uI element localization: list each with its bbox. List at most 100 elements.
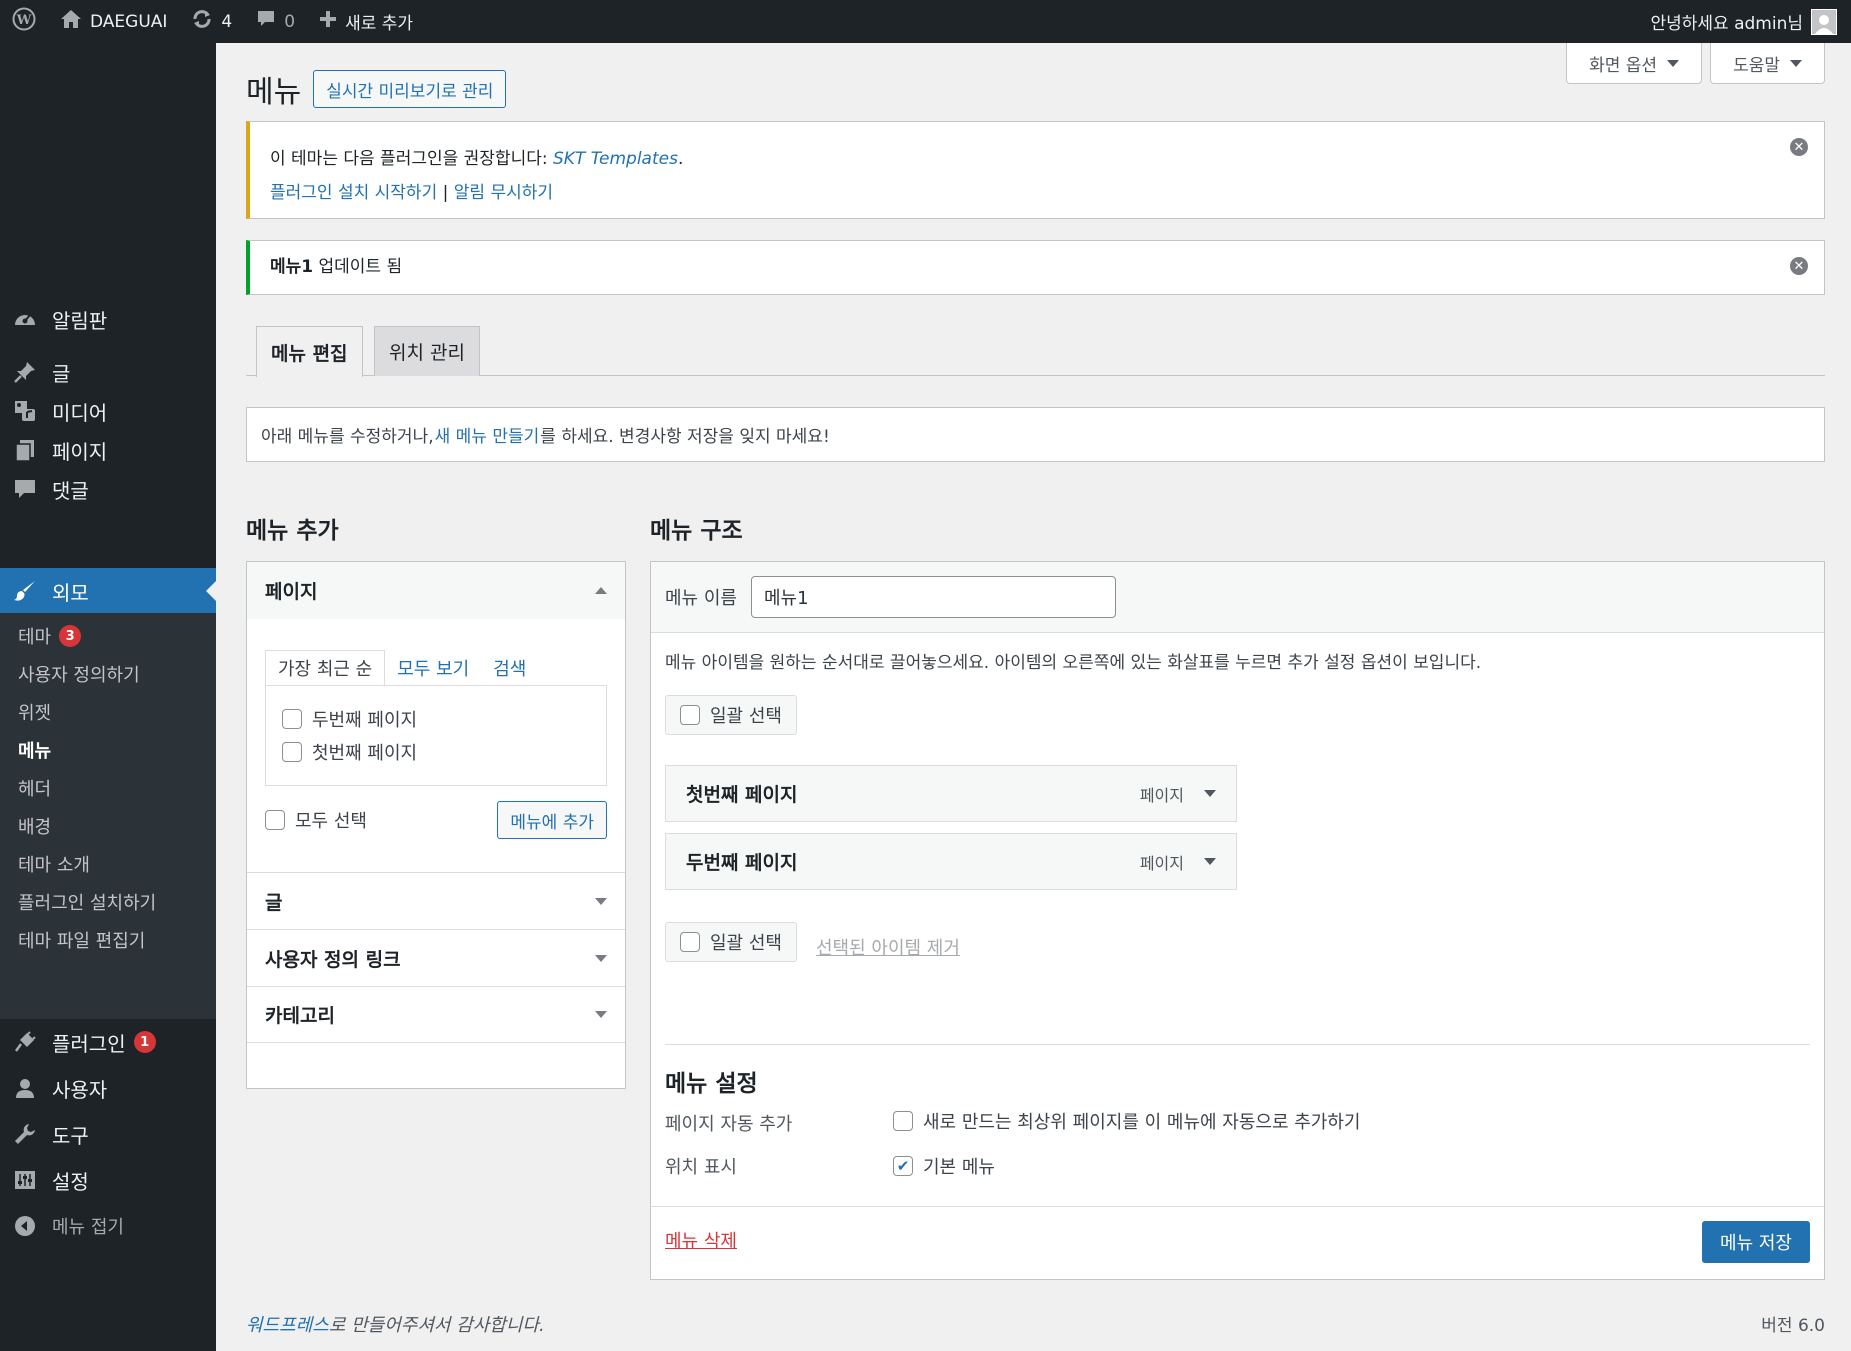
submenu-item-themes[interactable]: 테마 3 [18, 621, 82, 651]
sidebar-item-dashboard[interactable]: 알림판 [0, 296, 216, 342]
help-label: 도움말 [1733, 55, 1780, 76]
tab-search[interactable]: 검색 [481, 650, 538, 686]
wordpress-link[interactable]: 워드프레스 [246, 1315, 329, 1336]
page-header: 메뉴 실시간 미리보기로 관리 [246, 67, 507, 111]
manage-text-prefix: 아래 메뉴를 수정하거나, [261, 427, 434, 447]
sidebar-item-settings[interactable]: 설정 [0, 1157, 216, 1203]
add-to-menu-button[interactable]: 메뉴에 추가 [497, 801, 607, 839]
menu-name-label: 메뉴 이름 [665, 588, 737, 609]
tab-most-recent[interactable]: 가장 최근 순 [265, 650, 386, 686]
my-account-menu[interactable]: 안녕하세요 admin님 [1650, 8, 1851, 35]
page-item-label: 첫번째 페이지 [312, 742, 418, 764]
bulk-select-checkbox[interactable] [680, 705, 700, 725]
sidebar-item-comments[interactable]: 댓글 [0, 466, 216, 512]
expand-arrow-icon[interactable] [1204, 790, 1216, 797]
home-icon [60, 9, 82, 34]
submenu-item-theme-editor[interactable]: 테마 파일 편집기 [18, 925, 145, 955]
auto-add-option-label: 새로 만드는 최상위 페이지를 이 메뉴에 자동으로 추가하기 [923, 1112, 1361, 1133]
submenu-item-customize[interactable]: 사용자 정의하기 [18, 659, 140, 689]
plugin-link[interactable]: SKT Templates [553, 149, 678, 169]
submenu-item-install-plugins[interactable]: 플러그인 설치하기 [18, 887, 156, 917]
updates-menu[interactable]: 4 [179, 0, 244, 43]
sidebar-item-appearance[interactable]: 외모 [0, 568, 216, 614]
wordpress-logo-icon: W [12, 7, 36, 36]
remove-selected-items-link[interactable]: 선택된 아이템 제거 [816, 934, 960, 960]
caret-down-icon [1667, 59, 1680, 67]
install-plugins-link[interactable]: 플러그인 설치 시작하기 [270, 183, 437, 203]
primary-menu-checkbox[interactable] [893, 1156, 913, 1176]
page-checkbox[interactable] [282, 741, 302, 762]
tab-view-all[interactable]: 모두 보기 [385, 650, 481, 686]
main-content: 화면 옵션 도움말 메뉴 실시간 미리보기로 관리 이 테마는 다음 플러그인을… [216, 43, 1851, 1351]
live-preview-button[interactable]: 실시간 미리보기로 관리 [313, 70, 507, 108]
menu-structure-panel: 메뉴 이름 메뉴 아이템을 원하는 순서대로 끌어놓으세요. 아이템의 오른쪽에… [650, 561, 1825, 1231]
page-checkbox[interactable] [282, 708, 302, 729]
appearance-submenu: 테마 3 사용자 정의하기 위젯 메뉴 헤더 배경 테마 소개 플러그인 설치하… [0, 613, 216, 1019]
expand-arrow-icon[interactable] [1204, 858, 1216, 865]
sidebar-item-label: 댓글 [52, 478, 89, 503]
submenu-item-header[interactable]: 헤더 [18, 773, 51, 803]
comments-menu[interactable]: 0 [244, 0, 307, 43]
sidebar-item-users[interactable]: 사용자 [0, 1065, 216, 1111]
accordion-categories-header[interactable]: 카테고리 [247, 986, 625, 1043]
menu-item-row[interactable]: 두번째 페이지 페이지 [665, 833, 1237, 890]
screen-options-button[interactable]: 화면 옵션 [1566, 43, 1703, 84]
collapse-arrow-icon [12, 1213, 38, 1239]
bulk-select-top[interactable]: 일괄 선택 [665, 695, 797, 735]
dismiss-icon[interactable]: ✕ [1790, 138, 1808, 156]
accordion-pages-header[interactable]: 페이지 [247, 562, 625, 619]
menu-name-input[interactable] [750, 576, 1116, 618]
save-menu-button[interactable]: 메뉴 저장 [1702, 1221, 1810, 1263]
accordion-label: 사용자 정의 링크 [265, 948, 401, 971]
page-title: 메뉴 [246, 75, 302, 110]
svg-text:W: W [16, 13, 32, 28]
delete-menu-link[interactable]: 메뉴 삭제 [665, 1227, 737, 1253]
admin-bar: W DAEGUAI 4 0 새로 추가 안녕하세요 admin님 [0, 0, 1851, 43]
pages-icon [12, 437, 38, 463]
site-name-menu[interactable]: DAEGUAI [48, 0, 179, 43]
help-button[interactable]: 도움말 [1710, 43, 1825, 84]
themes-update-badge: 3 [59, 625, 82, 647]
dismiss-notice-link[interactable]: 알림 무시하기 [454, 183, 553, 203]
pages-checklist: 두번째 페이지 첫번째 페이지 [265, 685, 607, 786]
submenu-item-label: 배경 [18, 817, 52, 838]
wordpress-logo-menu[interactable]: W [0, 0, 48, 43]
location-option-label: 기본 메뉴 [923, 1157, 995, 1178]
new-content-menu[interactable]: 새로 추가 [307, 0, 425, 43]
menu-item-row[interactable]: 첫번째 페이지 페이지 [665, 765, 1237, 822]
collapse-menu-button[interactable]: 메뉴 접기 [0, 1203, 216, 1249]
submenu-item-label: 테마 소개 [18, 855, 90, 876]
tab-manage-locations[interactable]: 위치 관리 [374, 326, 480, 376]
submenu-item-label: 사용자 정의하기 [18, 665, 140, 686]
arrow-down-icon [595, 897, 607, 905]
submenu-item-label: 위젯 [18, 703, 52, 724]
greeting: 안녕하세요 admin님 [1650, 14, 1803, 34]
location-option: 기본 메뉴 [893, 1153, 995, 1179]
submenu-item-menus[interactable]: 메뉴 [18, 735, 51, 765]
screen-options-label: 화면 옵션 [1589, 55, 1658, 76]
sidebar-item-tools[interactable]: 도구 [0, 1111, 216, 1157]
bulk-select-checkbox[interactable] [680, 932, 700, 952]
menu-updated-notice: 메뉴1 업데이트 됨 ✕ [246, 240, 1825, 295]
sidebar-item-label: 플러그인 [52, 1031, 126, 1056]
submenu-item-background[interactable]: 배경 [18, 811, 51, 841]
select-all-checkbox[interactable] [265, 810, 285, 830]
submenu-item-label: 테마 [18, 627, 52, 648]
plugins-update-badge: 1 [133, 1031, 156, 1053]
sidebar-item-plugins[interactable]: 플러그인 1 [0, 1019, 216, 1065]
notice-text: 메뉴1 업데이트 됨 [270, 255, 1804, 279]
bulk-select-bottom[interactable]: 일괄 선택 [665, 922, 797, 962]
submenu-item-theme-intro[interactable]: 테마 소개 [18, 849, 90, 879]
pushpin-icon [12, 359, 38, 385]
accordion-label: 페이지 [265, 581, 318, 603]
tab-edit-menus[interactable]: 메뉴 편집 [256, 326, 363, 377]
accordion-posts-header[interactable]: 글 [247, 872, 625, 929]
manage-text-suffix: 를 하세요. 변경사항 저장을 잊지 마세요! [540, 427, 830, 447]
submenu-item-widgets[interactable]: 위젯 [18, 697, 51, 727]
auto-add-checkbox[interactable] [893, 1111, 913, 1131]
auto-add-option: 새로 만드는 최상위 페이지를 이 메뉴에 자동으로 추가하기 [893, 1108, 1361, 1134]
dismiss-icon[interactable]: ✕ [1790, 257, 1808, 275]
create-new-menu-link[interactable]: 새 메뉴 만들기 [435, 422, 540, 447]
plus-icon [319, 10, 337, 33]
accordion-custom-links-header[interactable]: 사용자 정의 링크 [247, 929, 625, 986]
